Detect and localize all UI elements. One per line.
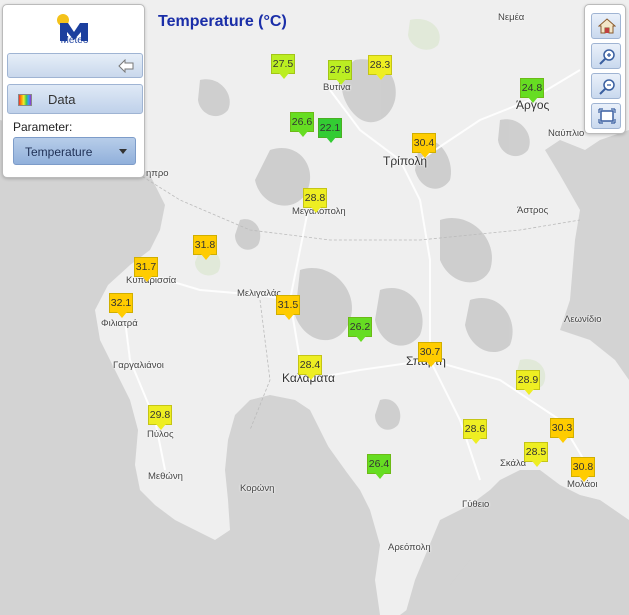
full-extent-icon: [598, 108, 616, 124]
station-marker[interactable]: 28.8: [303, 188, 327, 213]
station-marker[interactable]: 30.7: [418, 342, 442, 367]
place-label-gytheio: Γύθειο: [462, 499, 490, 510]
arrow-left-icon: [118, 59, 134, 73]
place-label-meligalas: Μελιγαλάς: [237, 288, 281, 299]
place-label-nemea: Νεμέα: [498, 12, 525, 23]
zoom-extent-button[interactable]: [591, 103, 621, 129]
place-label-koroni: Κορώνη: [240, 483, 275, 494]
data-button[interactable]: Data: [7, 84, 143, 114]
place-label-astros: Άστρος: [517, 205, 549, 216]
place-label-partial: ηπρο: [146, 168, 169, 179]
logo-text: Meteo: [60, 35, 89, 46]
station-marker[interactable]: 26.6: [290, 112, 314, 137]
station-marker[interactable]: 32.1: [109, 293, 133, 318]
station-marker[interactable]: 30.8: [571, 457, 595, 482]
parameter-select-value: Temperature: [25, 145, 93, 159]
zoom-in-button[interactable]: [591, 43, 621, 69]
station-marker[interactable]: 28.6: [463, 419, 487, 444]
data-button-label: Data: [48, 92, 76, 107]
station-marker[interactable]: 27.8: [328, 60, 352, 85]
palette-icon: [18, 94, 32, 106]
place-label-methoni: Μεθώνη: [148, 471, 183, 482]
home-icon: [598, 18, 616, 34]
map-title: Temperature (°C): [158, 13, 287, 30]
place-label-filiatra: Φιλιατρά: [101, 318, 138, 329]
place-label-pylos: Πύλος: [147, 429, 174, 440]
home-button[interactable]: [591, 13, 621, 39]
station-marker[interactable]: 24.8: [520, 78, 544, 103]
place-label-areopoli: Αρεόπολη: [388, 542, 431, 553]
station-marker[interactable]: 30.4: [412, 133, 436, 158]
parameter-label: Parameter:: [13, 120, 73, 134]
station-marker[interactable]: 29.8: [148, 405, 172, 430]
station-marker[interactable]: 28.4: [298, 355, 322, 380]
station-marker[interactable]: 31.5: [276, 295, 300, 320]
place-label-gargalianoi: Γαργαλιάνοι: [113, 360, 164, 371]
station-marker[interactable]: 31.7: [134, 257, 158, 282]
station-marker[interactable]: 31.8: [193, 235, 217, 260]
place-label-nafplio: Ναύπλιο: [548, 128, 585, 139]
zoom-out-button[interactable]: [591, 73, 621, 99]
collapse-panel-button[interactable]: [7, 53, 143, 78]
chevron-down-icon: [119, 149, 127, 154]
place-label-skala: Σκάλα: [500, 458, 527, 469]
zoom-in-icon: [599, 49, 615, 65]
map-toolbar: [584, 4, 626, 134]
station-marker[interactable]: 26.4: [367, 454, 391, 479]
station-marker[interactable]: 28.9: [516, 370, 540, 395]
station-marker[interactable]: 28.3: [368, 55, 392, 80]
place-label-leonidio: Λεωνίδιο: [564, 314, 602, 325]
parameter-select[interactable]: Temperature: [13, 137, 136, 165]
station-marker[interactable]: 26.2: [348, 317, 372, 342]
station-marker[interactable]: 27.5: [271, 54, 295, 79]
station-marker[interactable]: 28.5: [524, 442, 548, 467]
station-marker[interactable]: 22.1: [318, 118, 342, 143]
station-marker[interactable]: 30.3: [550, 418, 574, 443]
control-panel: Meteo Data Parameter: Temperature: [2, 4, 145, 178]
zoom-out-icon: [599, 79, 615, 95]
